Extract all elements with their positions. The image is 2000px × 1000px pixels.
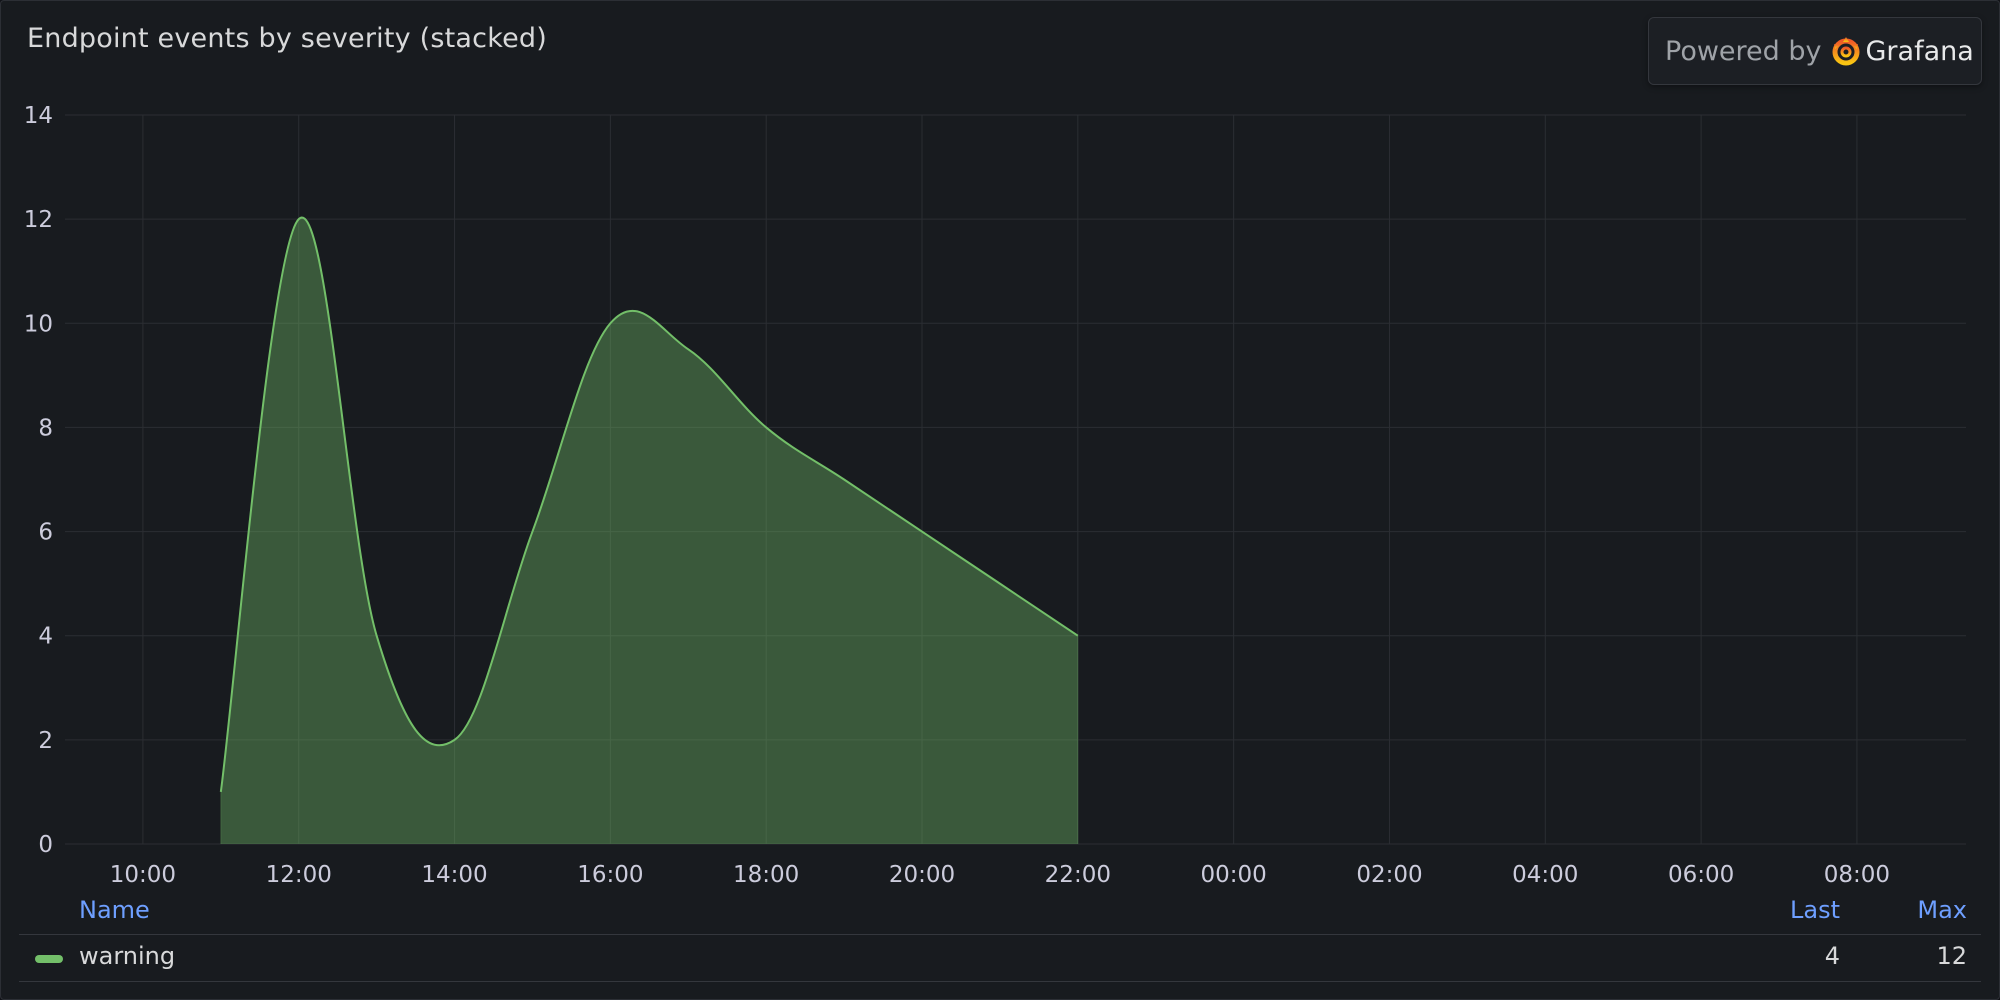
x-tick-label: 12:00 (266, 862, 332, 888)
x-tick-label: 00:00 (1200, 862, 1266, 888)
y-tick-label: 12 (24, 207, 53, 233)
x-tick-label: 02:00 (1356, 862, 1422, 888)
y-tick-label: 0 (38, 832, 53, 858)
legend-header: Name Last Max (1, 894, 1999, 934)
legend-header-name[interactable]: Name (79, 896, 150, 924)
y-tick-label: 10 (24, 311, 53, 337)
x-tick-label: 18:00 (733, 862, 799, 888)
y-tick-label: 6 (38, 520, 53, 546)
x-tick-label: 06:00 (1668, 862, 1734, 888)
x-tick-label: 04:00 (1512, 862, 1578, 888)
series-area-warning (220, 217, 1078, 844)
x-tick-label: 16:00 (577, 862, 643, 888)
x-tick-label: 20:00 (889, 862, 955, 888)
x-tick-label: 08:00 (1824, 862, 1890, 888)
timeseries-panel: Endpoint events by severity (stacked) Po… (0, 0, 2000, 1000)
legend-divider (19, 934, 1981, 935)
legend-row[interactable]: warning 4 12 (1, 939, 1999, 979)
x-tick-label: 14:00 (421, 862, 487, 888)
legend-series-swatch (35, 955, 63, 963)
legend-header-last[interactable]: Last (1790, 896, 1840, 924)
x-tick-label: 22:00 (1045, 862, 1111, 888)
legend-divider-bottom (19, 981, 1981, 982)
legend-series-max: 12 (1936, 942, 1967, 970)
y-tick-label: 2 (38, 728, 53, 754)
chart-area[interactable]: 0 2 4 6 8 10 12 14 10:00 12:00 14:00 16:00 18:00 20:0… (1, 1, 1999, 891)
legend-series-name[interactable]: warning (79, 942, 175, 970)
y-tick-label: 4 (38, 624, 53, 650)
legend-header-max[interactable]: Max (1917, 896, 1967, 924)
y-tick-label: 8 (38, 415, 53, 441)
legend-series-last: 4 (1824, 942, 1840, 970)
y-tick-label: 14 (24, 103, 53, 129)
x-tick-label: 10:00 (110, 862, 176, 888)
